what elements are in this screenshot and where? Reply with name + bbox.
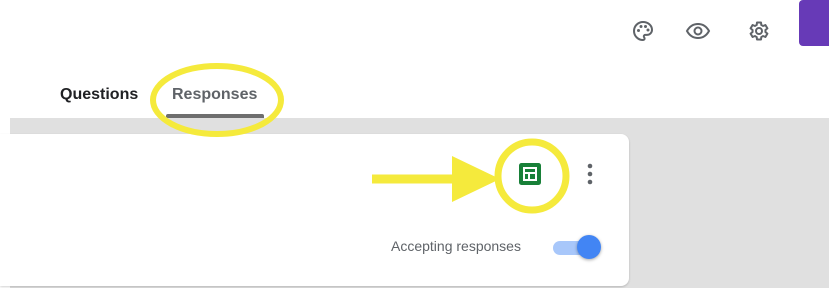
send-button[interactable] xyxy=(799,0,829,46)
tab-questions[interactable]: Questions xyxy=(60,86,138,104)
top-bar: Questions Responses xyxy=(0,0,829,118)
google-sheets-icon xyxy=(519,163,541,185)
preview-button[interactable] xyxy=(680,13,716,49)
eye-icon xyxy=(685,22,711,40)
tab-responses[interactable]: Responses xyxy=(172,86,257,104)
accepting-responses-label: Accepting responses xyxy=(391,238,521,254)
more-options-button[interactable] xyxy=(578,158,602,190)
responses-summary-card xyxy=(0,134,629,286)
settings-button[interactable] xyxy=(740,13,776,49)
palette-icon xyxy=(633,20,654,42)
accepting-responses-toggle[interactable] xyxy=(553,235,603,261)
toggle-knob xyxy=(577,235,601,259)
customize-theme-button[interactable] xyxy=(625,13,661,49)
more-vert-icon xyxy=(587,163,593,185)
link-to-sheets-button[interactable] xyxy=(516,160,544,188)
gear-icon xyxy=(749,21,769,41)
